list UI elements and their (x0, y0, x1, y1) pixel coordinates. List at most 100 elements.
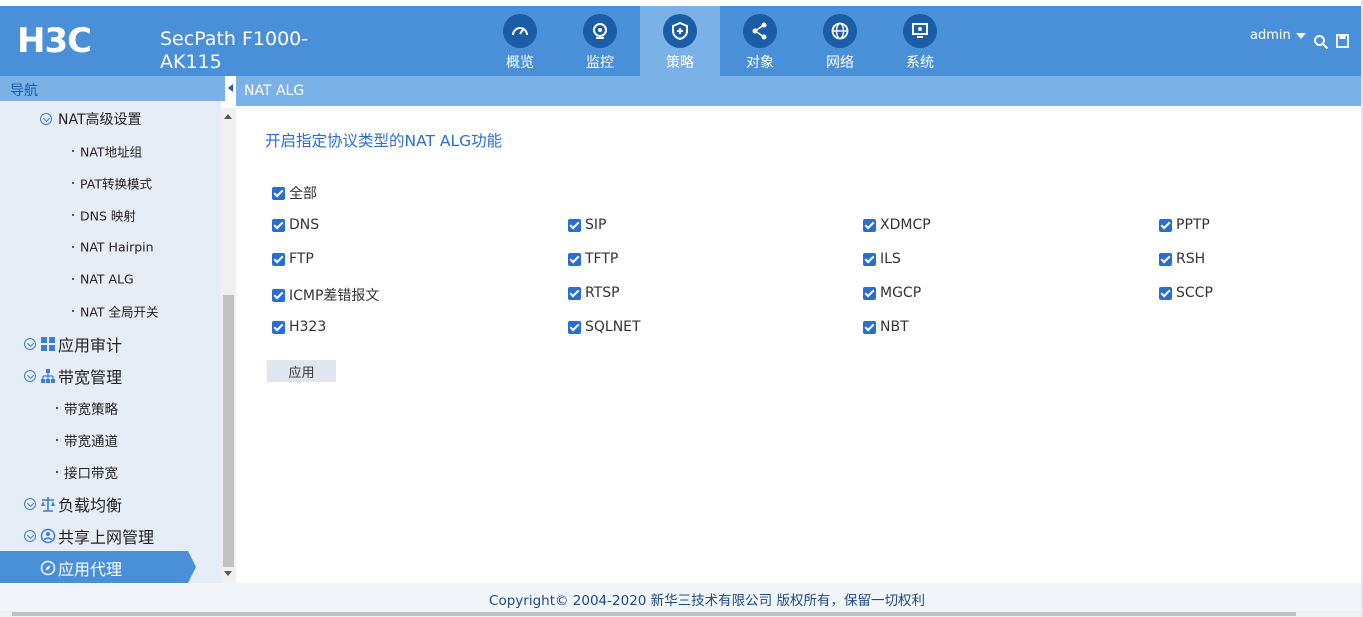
checkbox-checked-icon[interactable] (863, 286, 876, 300)
user-menu[interactable]: admin (1250, 28, 1306, 43)
checkbox-checked-icon[interactable] (272, 288, 285, 302)
search-icon[interactable] (1313, 34, 1329, 50)
checkbox-checked-icon[interactable] (272, 320, 285, 334)
tab-system[interactable]: 系统 (880, 6, 960, 76)
checkbox-sqlnet[interactable]: SQLNET (568, 319, 641, 335)
scroll-up-arrow-icon[interactable] (224, 114, 232, 119)
dashboard-icon (512, 27, 528, 36)
checkbox-label: MGCP (880, 285, 922, 301)
collapse-sidebar-icon[interactable] (225, 76, 236, 101)
apply-button[interactable]: 应用 (267, 360, 336, 382)
expand-icon[interactable] (24, 498, 36, 510)
checkbox-all[interactable]: 全部 (272, 183, 317, 203)
checkbox-checked-icon[interactable] (568, 252, 581, 266)
product-name: SecPath F1000- AK115 (160, 28, 308, 74)
balance-icon (41, 497, 55, 512)
sidebar-item-load-balance[interactable]: 负载均衡 (0, 488, 221, 520)
checkbox-mgcp[interactable]: MGCP (863, 285, 921, 301)
tab-policy[interactable]: 策略 (640, 6, 720, 76)
monitor-camera-icon (593, 23, 607, 39)
checkbox-rtsp[interactable]: RTSP (568, 285, 620, 301)
expand-icon[interactable] (40, 113, 52, 125)
sidebar-item-bandwidth-policy[interactable]: 带宽策略 (0, 392, 221, 424)
sidebar-item-app-proxy[interactable]: 应用代理 (0, 552, 221, 583)
sidebar-item-label: 带宽策略 (64, 402, 118, 418)
svg-text:H3C: H3C (17, 26, 91, 56)
checkbox-checked-icon[interactable] (1159, 286, 1172, 300)
checkbox-label: RSH (1176, 251, 1206, 267)
share-icon (752, 22, 767, 40)
checkbox-checked-icon[interactable] (1159, 252, 1172, 266)
checkbox-checked-icon[interactable] (568, 320, 581, 334)
tab-overview[interactable]: 概览 (480, 6, 560, 76)
sidebar: NAT高级设置 NAT地址组 PAT转换模式 DNS 映射 NAT Hairpi… (0, 101, 221, 583)
checkbox-ftp[interactable]: FTP (272, 251, 314, 267)
tab-monitor[interactable]: 监控 (560, 6, 640, 76)
checkbox-sip[interactable]: SIP (568, 217, 606, 233)
checkbox-checked-icon[interactable] (568, 218, 581, 232)
users-share-icon (40, 528, 56, 544)
checkbox-xdmcp[interactable]: XDMCP (863, 217, 931, 233)
sidebar-item-nat-hairpin[interactable]: NAT Hairpin (0, 231, 221, 263)
checkbox-icmp-error[interactable]: ICMP差错报文 (272, 285, 379, 305)
sidebar-scroll-thumb[interactable] (223, 295, 234, 567)
expand-icon[interactable] (24, 530, 36, 542)
checkbox-rsh[interactable]: RSH (1159, 251, 1205, 267)
sidebar-item-label: 应用代理 (58, 560, 123, 579)
tab-network[interactable]: 网络 (800, 6, 880, 76)
checkbox-label: PPTP (1176, 217, 1210, 233)
horizontal-scroll-thumb[interactable] (12, 612, 1296, 616)
sidebar-item-interface-bandwidth[interactable]: 接口带宽 (0, 456, 221, 488)
checkbox-sccp[interactable]: SCCP (1159, 285, 1213, 301)
checkbox-checked-icon[interactable] (1159, 218, 1172, 232)
compass-icon (40, 560, 56, 576)
checkbox-checked-icon[interactable] (568, 286, 581, 300)
checkbox-tftp[interactable]: TFTP (568, 251, 618, 267)
checkbox-checked-icon[interactable] (272, 186, 285, 200)
sidebar-item-shared-internet[interactable]: 共享上网管理 (0, 520, 221, 552)
checkbox-dns[interactable]: DNS (272, 217, 319, 233)
sidebar-item-nat-global-switch[interactable]: NAT 全局开关 (0, 295, 221, 327)
checkbox-label: SCCP (1176, 285, 1213, 301)
expand-icon[interactable] (24, 338, 36, 350)
save-icon[interactable] (1336, 34, 1349, 48)
breadcrumb-current: NAT ALG (244, 83, 305, 99)
tab-objects[interactable]: 对象 (720, 6, 800, 76)
checkbox-checked-icon[interactable] (272, 218, 285, 232)
horizontal-scrollbar[interactable] (0, 611, 1363, 617)
nav-header: 导航 (0, 76, 225, 101)
sidebar-item-bandwidth-channel[interactable]: 带宽通道 (0, 424, 221, 456)
sidebar-item-nat-alg[interactable]: NAT ALG (0, 263, 221, 295)
grid-icon (41, 337, 55, 351)
globe-icon (831, 22, 849, 40)
checkbox-nbt[interactable]: NBT (863, 319, 909, 335)
checkbox-pptp[interactable]: PPTP (1159, 217, 1210, 233)
tab-objects-label: 对象 (746, 55, 774, 71)
scroll-down-arrow-icon[interactable] (224, 571, 232, 576)
checkbox-label: NBT (880, 319, 909, 335)
sidebar-item-label: NAT高级设置 (58, 112, 142, 128)
sidebar-item-nat-address-group[interactable]: NAT地址组 (0, 135, 221, 167)
product-name-line1: SecPath F1000- (160, 28, 309, 50)
tab-policy-label: 策略 (666, 55, 694, 71)
sidebar-item-pat-mode[interactable]: PAT转换模式 (0, 167, 221, 199)
product-name-line2: AK115 (160, 51, 222, 73)
sidebar-item-dns-mapping[interactable]: DNS 映射 (0, 199, 221, 231)
sidebar-item-label: NAT ALG (80, 271, 134, 287)
checkbox-checked-icon[interactable] (272, 252, 285, 266)
checkbox-h323[interactable]: H323 (272, 319, 326, 335)
expand-icon[interactable] (24, 370, 36, 382)
sidebar-item-app-audit[interactable]: 应用审计 (0, 328, 221, 360)
checkbox-checked-icon[interactable] (863, 320, 876, 334)
sidebar-item-label: 带宽通道 (64, 434, 118, 450)
sidebar-item-nat-advanced[interactable]: NAT高级设置 (0, 103, 221, 135)
checkbox-label: TFTP (585, 251, 619, 267)
system-screen-icon (912, 23, 928, 38)
checkbox-checked-icon[interactable] (863, 218, 876, 232)
username: admin (1250, 28, 1291, 43)
sidebar-item-label: NAT地址组 (80, 144, 143, 160)
checkbox-checked-icon[interactable] (863, 252, 876, 266)
sidebar-item-label: 应用审计 (58, 336, 123, 355)
checkbox-ils[interactable]: ILS (863, 251, 901, 267)
sidebar-item-bandwidth[interactable]: 带宽管理 (0, 360, 221, 392)
